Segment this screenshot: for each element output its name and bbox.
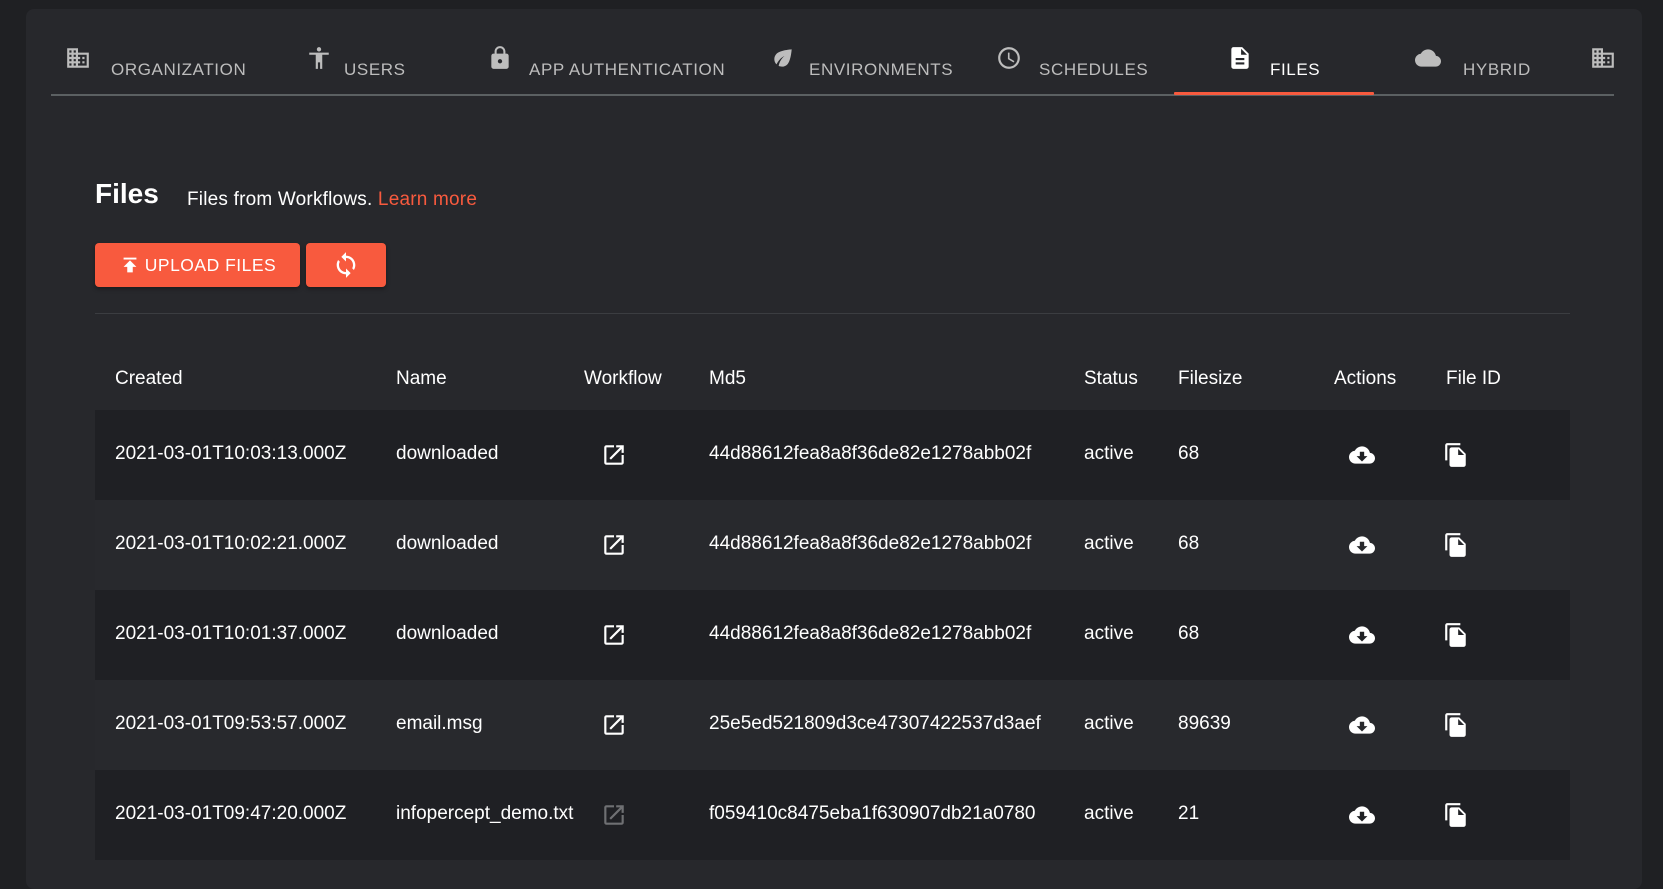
leaf-icon [770, 45, 796, 71]
table-row: 2021-03-01T09:47:20.000Z infopercept_dem… [95, 770, 1570, 860]
tab-label: Schedules [1039, 60, 1149, 79]
cell-status: active [1084, 623, 1134, 644]
table-row: 2021-03-01T10:01:37.000Z downloaded 44d8… [95, 590, 1570, 680]
tab-label: App Authentication [529, 60, 726, 79]
cell-name: email.msg [396, 713, 483, 734]
tab-organization[interactable]: Organization [51, 30, 271, 94]
column-header-md5[interactable]: Md5 [709, 368, 746, 390]
cell-status: active [1084, 803, 1134, 824]
tab-schedules[interactable]: Schedules [996, 30, 1196, 94]
cell-status: active [1084, 713, 1134, 734]
cell-name: downloaded [396, 443, 499, 464]
column-header-actions: Actions [1334, 368, 1397, 389]
refresh-icon [336, 252, 356, 278]
clock-icon [996, 45, 1022, 71]
tab-label: Environments [809, 60, 954, 79]
cloud-download-icon[interactable] [1349, 442, 1375, 468]
cell-md5: 44d88612fea8a8f36de82e1278abb02f [709, 623, 1032, 644]
tab-files[interactable]: Files [1174, 30, 1374, 94]
copy-file-id-icon[interactable] [1443, 532, 1469, 558]
cell-filesize: 21 [1178, 803, 1200, 824]
tab-hybrid[interactable]: Hybrid [1411, 30, 1591, 94]
cell-created: 2021-03-01T10:01:37.000Z [115, 623, 347, 644]
refresh-button[interactable] [306, 243, 386, 287]
description-text: Files from Workflows. [187, 189, 373, 210]
cell-name: infopercept_demo.txt [396, 803, 574, 824]
cell-filesize: 68 [1178, 623, 1200, 644]
cell-name: downloaded [396, 533, 499, 554]
tab-environments[interactable]: Environments [767, 30, 1007, 94]
column-header-workflow[interactable]: Workflow [584, 368, 662, 390]
upload-files-label: UPLOAD FILES [144, 254, 277, 275]
copy-file-id-icon[interactable] [1443, 802, 1469, 828]
upload-icon [123, 257, 137, 273]
table-row: 2021-03-01T10:02:21.000Z downloaded 44d8… [95, 500, 1570, 590]
cell-status: active [1084, 443, 1134, 464]
cloud-icon [1413, 45, 1443, 71]
copy-file-id-icon[interactable] [1443, 622, 1469, 648]
building-icon [1590, 45, 1614, 71]
open-workflow-icon[interactable] [601, 622, 627, 648]
upload-files-button[interactable]: UPLOAD FILES [95, 243, 300, 287]
tab-overflow[interactable] [1590, 30, 1614, 94]
cloud-download-icon[interactable] [1349, 532, 1375, 558]
cell-filesize: 68 [1178, 533, 1200, 554]
cell-md5: 25e5ed521809d3ce47307422537d3aef [709, 713, 1041, 734]
building-icon [65, 45, 91, 71]
tab-app-authentication[interactable]: App Authentication [487, 30, 787, 94]
tab-label: Organization [111, 60, 247, 79]
column-header-created[interactable]: Created [115, 368, 183, 390]
table-header: Created Name Workflow Md5 Status Filesiz… [95, 340, 1570, 410]
active-tab-indicator [1174, 92, 1374, 95]
file-icon [1227, 45, 1253, 71]
cell-filesize: 68 [1178, 443, 1200, 464]
learn-more-link[interactable]: Learn more [378, 189, 477, 210]
table-row: 2021-03-01T09:53:57.000Z email.msg 25e5e… [95, 680, 1570, 770]
open-workflow-icon[interactable] [601, 712, 627, 738]
copy-file-id-icon[interactable] [1443, 712, 1469, 738]
files-table: Created Name Workflow Md5 Status Filesiz… [95, 340, 1570, 860]
table-body: 2021-03-01T10:03:13.000Z downloaded 44d8… [95, 410, 1570, 860]
column-header-file-id: File ID [1446, 368, 1501, 389]
cell-md5: f059410c8475eba1f630907db21a0780 [709, 803, 1036, 824]
table-row: 2021-03-01T10:03:13.000Z downloaded 44d8… [95, 410, 1570, 500]
tab-bar: Organization Users App Authentication En… [51, 30, 1614, 96]
column-header-filesize[interactable]: Filesize [1178, 368, 1242, 390]
open-workflow-icon [601, 802, 627, 828]
page-title: Files [95, 178, 159, 209]
cell-md5: 44d88612fea8a8f36de82e1278abb02f [709, 533, 1032, 554]
column-header-status[interactable]: Status [1084, 368, 1138, 390]
page-description: Files from Workflows. Learn more [187, 189, 477, 211]
section-divider [95, 313, 1570, 314]
cell-filesize: 89639 [1178, 713, 1231, 734]
cell-created: 2021-03-01T09:53:57.000Z [115, 713, 347, 734]
tab-label: Hybrid [1463, 60, 1531, 79]
tab-users[interactable]: Users [306, 30, 476, 94]
accessibility-icon [306, 45, 332, 71]
tab-label: Users [344, 60, 406, 79]
cell-created: 2021-03-01T09:47:20.000Z [115, 803, 347, 824]
open-workflow-icon[interactable] [601, 442, 627, 468]
lock-icon [487, 45, 513, 71]
cloud-download-icon[interactable] [1349, 622, 1375, 648]
cell-name: downloaded [396, 623, 499, 644]
cell-status: active [1084, 533, 1134, 554]
cloud-download-icon[interactable] [1349, 712, 1375, 738]
open-workflow-icon[interactable] [601, 532, 627, 558]
cloud-download-icon[interactable] [1349, 802, 1375, 828]
cell-md5: 44d88612fea8a8f36de82e1278abb02f [709, 443, 1032, 464]
tab-label: Files [1270, 60, 1321, 79]
column-header-name[interactable]: Name [396, 368, 447, 390]
cell-created: 2021-03-01T10:03:13.000Z [115, 443, 347, 464]
copy-file-id-icon[interactable] [1443, 442, 1469, 468]
cell-created: 2021-03-01T10:02:21.000Z [115, 533, 347, 554]
